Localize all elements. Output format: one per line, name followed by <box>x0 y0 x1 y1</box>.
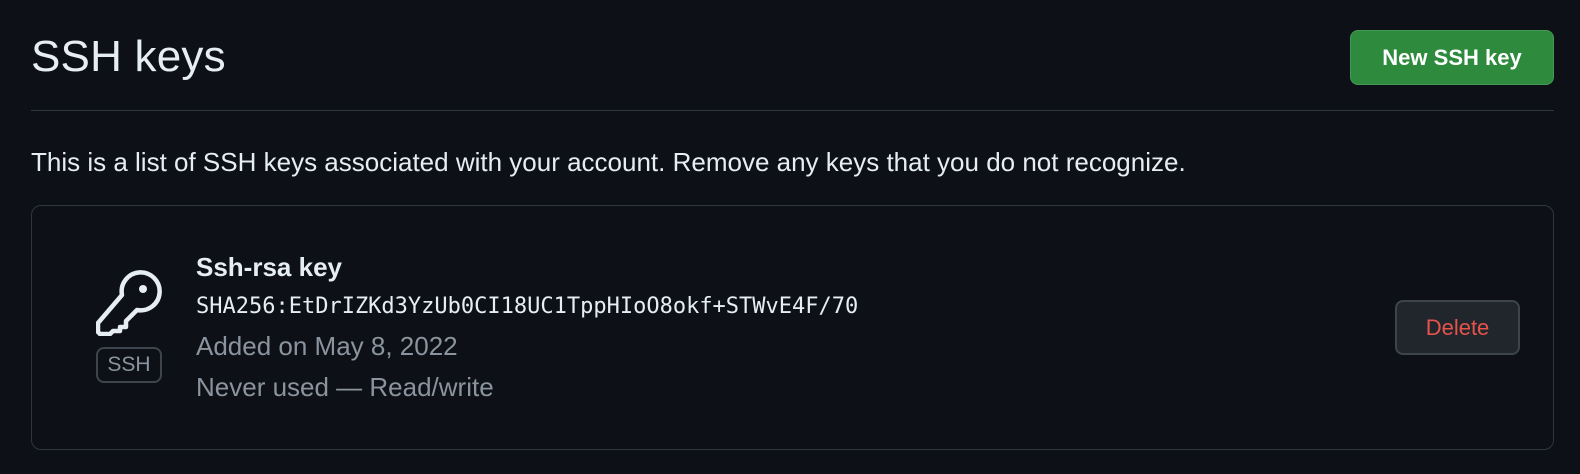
ssh-badge: SSH <box>96 347 162 383</box>
delete-key-button[interactable]: Delete <box>1395 300 1520 355</box>
key-icon <box>96 270 162 336</box>
key-icon-column: SSH <box>96 270 162 383</box>
key-added-date: Added on May 8, 2022 <box>196 331 458 361</box>
ssh-key-list-item: SSH Ssh-rsa key SHA256:EtDrIZKd3YzUb0CI1… <box>31 205 1554 450</box>
intro-text: This is a list of SSH keys associated wi… <box>31 147 1186 177</box>
key-fingerprint: SHA256:EtDrIZKd3YzUb0CI18UC1TppHIoO8okf+… <box>196 294 859 319</box>
key-usage: Never used — Read/write <box>196 372 494 402</box>
key-info: Ssh-rsa key SHA256:EtDrIZKd3YzUb0CI18UC1… <box>196 250 858 408</box>
new-ssh-key-button[interactable]: New SSH key <box>1350 30 1554 85</box>
page-title: SSH keys <box>31 32 226 81</box>
page-header: SSH keys New SSH key <box>31 28 1554 111</box>
key-title: Ssh-rsa key <box>196 252 342 282</box>
